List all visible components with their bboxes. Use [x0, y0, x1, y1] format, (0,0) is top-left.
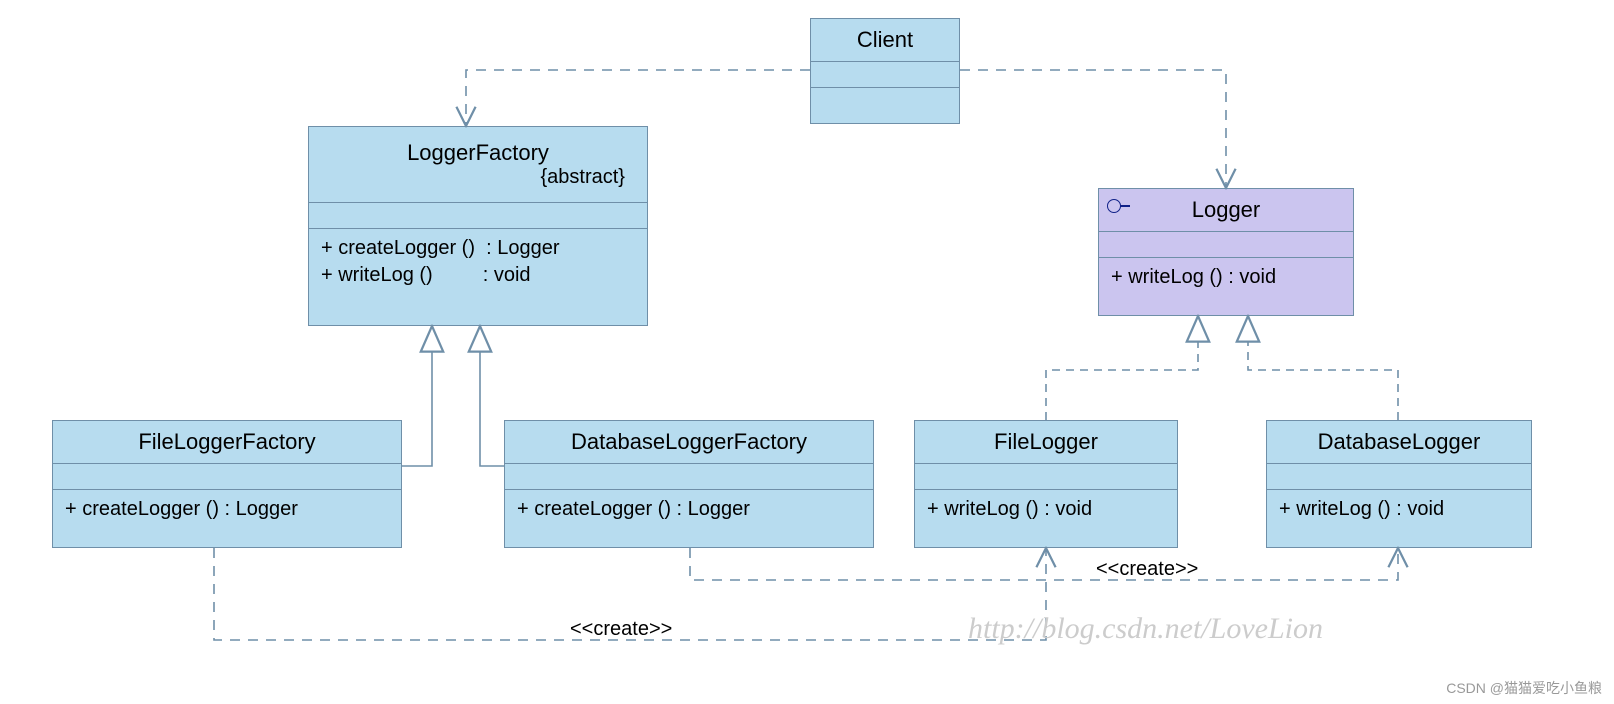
class-title: DatabaseLoggerFactory [505, 421, 873, 464]
class-title: FileLogger [915, 421, 1177, 464]
watermark: http://blog.csdn.net/LoveLion [968, 612, 1323, 646]
class-ops: + writeLog () : void [1099, 258, 1353, 315]
class-attrs [811, 62, 959, 88]
class-ops: + writeLog () : void [915, 490, 1177, 547]
create-label-1: <<create>> [570, 618, 672, 641]
relationships [0, 0, 1614, 704]
class-attrs [915, 464, 1177, 490]
class-name: Logger [1192, 197, 1261, 223]
class-database-logger: DatabaseLogger + writeLog () : void [1266, 420, 1532, 548]
op-create-logger: + createLogger () : Logger [65, 496, 298, 523]
class-title: Logger [1099, 189, 1353, 232]
class-title: Client [811, 19, 959, 62]
class-file-logger: FileLogger + writeLog () : void [914, 420, 1178, 548]
class-ops: + createLogger () : Logger [505, 490, 873, 547]
credit-text: CSDN @猫猫爱吃小鱼粮 [1446, 678, 1602, 698]
class-ops [811, 88, 959, 123]
interface-lollipop-icon [1107, 199, 1121, 213]
class-ops: + writeLog () : void [1267, 490, 1531, 547]
class-title: DatabaseLogger [1267, 421, 1531, 464]
op-write-log: + writeLog () : void [1279, 496, 1444, 523]
op-create-logger: + createLogger () : Logger [517, 496, 750, 523]
op-write-log: + writeLog () : void [321, 262, 531, 289]
class-ops: + createLogger () : Logger + writeLog ()… [309, 229, 647, 325]
class-attrs [53, 464, 401, 490]
class-ops: + createLogger () : Logger [53, 490, 401, 547]
class-client: Client [810, 18, 960, 124]
class-logger-factory: LoggerFactory {abstract} + createLogger … [308, 126, 648, 326]
op-write-log: + writeLog () : void [1111, 264, 1276, 291]
class-stereotype: {abstract} [540, 166, 637, 189]
op-create-logger: + createLogger () : Logger [321, 235, 559, 262]
class-title: FileLoggerFactory [53, 421, 401, 464]
class-attrs [505, 464, 873, 490]
class-database-logger-factory: DatabaseLoggerFactory + createLogger () … [504, 420, 874, 548]
class-name: LoggerFactory [407, 140, 549, 166]
uml-diagram: Client LoggerFactory {abstract} + create… [0, 0, 1614, 704]
interface-logger: Logger + writeLog () : void [1098, 188, 1354, 316]
op-write-log: + writeLog () : void [927, 496, 1092, 523]
class-title: LoggerFactory {abstract} [309, 127, 647, 203]
class-attrs [309, 203, 647, 229]
class-attrs [1099, 232, 1353, 258]
create-label-2: <<create>> [1096, 558, 1198, 581]
class-attrs [1267, 464, 1531, 490]
class-file-logger-factory: FileLoggerFactory + createLogger () : Lo… [52, 420, 402, 548]
